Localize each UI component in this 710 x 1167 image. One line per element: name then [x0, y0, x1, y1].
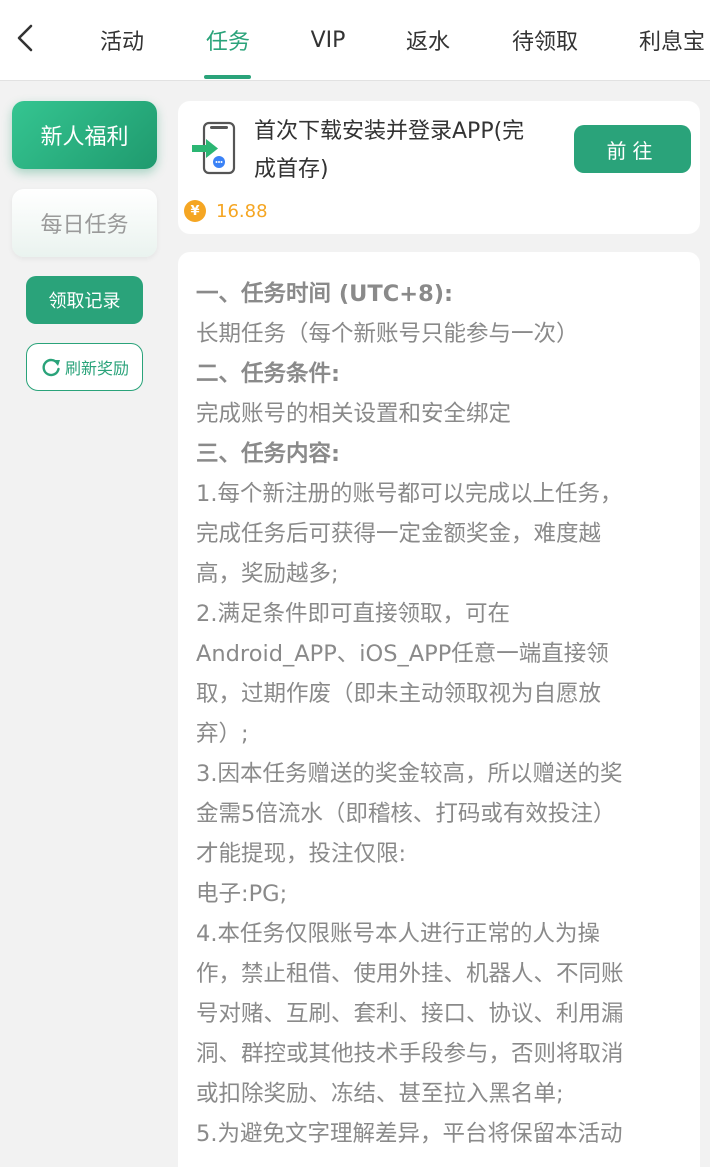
rule-text: 3.因本任务赠送的奖金较高，所以赠送的奖 — [196, 761, 623, 787]
task-card: 首次下载安装并登录APP(完 成首存) 前往 ¥ 16.88 — [178, 101, 700, 234]
rule-text: 2.满足条件即可直接领取，可在 — [196, 601, 510, 627]
category-label: 新人福利 — [40, 125, 129, 150]
tab-activity[interactable]: 活动 — [96, 0, 148, 80]
rule-text: 电子:PG; — [196, 881, 288, 907]
rule-text: 5.为避免文字理解差异，平台将保留本活动 — [196, 1121, 623, 1147]
category-new-user-benefits[interactable]: 新人福利 — [12, 101, 157, 169]
task-title-line: 首次下载安装并登录APP(完 — [254, 119, 525, 144]
refresh-icon — [42, 358, 60, 377]
app-download-icon — [192, 121, 236, 175]
rule-text: 或扣除奖励、冻结、甚至拉入黑名单; — [196, 1081, 564, 1107]
go-button-label: 前往 — [606, 138, 659, 163]
rule-text: 取，过期作废（即未主动领取视为自愿放 — [196, 681, 602, 707]
rule-text: 4.本任务仅限账号本人进行正常的人为操 — [196, 921, 600, 947]
top-nav-bar: 活动 任务 VIP 返水 待领取 利息宝 — [0, 0, 710, 81]
tab-pending[interactable]: 待领取 — [506, 0, 584, 80]
tab-rebate[interactable]: 返水 — [402, 0, 454, 80]
rule-text: 洞、群控或其他技术手段参与，否则将取消 — [196, 1041, 624, 1067]
rule-heading: 一、任务时间 (UTC+8): — [196, 281, 454, 307]
refresh-rewards-button[interactable]: 刷新奖励 — [26, 343, 143, 391]
reward-amount: 16.88 — [216, 200, 268, 222]
active-tab-indicator — [204, 75, 251, 79]
task-title-line: 成首存) — [254, 157, 329, 182]
coin-icon: ¥ — [184, 200, 206, 222]
category-label: 每日任务 — [40, 213, 129, 238]
rule-text: 长期任务（每个新账号只能参与一次） — [196, 321, 579, 347]
chevron-left-icon — [17, 24, 33, 52]
coin-symbol: ¥ — [190, 203, 200, 219]
rule-heading: 三、任务内容: — [196, 441, 340, 467]
claim-records-label: 领取记录 — [48, 291, 121, 312]
tab-vip[interactable]: VIP — [306, 0, 350, 80]
rule-text: 1.每个新注册的账号都可以完成以上任务， — [196, 481, 623, 507]
rule-text: 才能提现，投注仅限: — [196, 841, 407, 867]
task-rules-panel: 一、任务时间 (UTC+8): 长期任务（每个新账号只能参与一次） 二、任务条件… — [178, 252, 700, 1167]
rule-heading: 二、任务条件: — [196, 361, 340, 387]
tab-tasks[interactable]: 任务 — [203, 0, 253, 80]
reward-row: ¥ 16.88 — [184, 199, 268, 223]
rule-text: 金需5倍流水（即稽核、打码或有效投注） — [196, 801, 616, 827]
rule-text: 完成任务后可获得一定金额奖金，难度越 — [196, 521, 602, 547]
rule-text: 完成账号的相关设置和安全绑定 — [196, 401, 512, 427]
claim-records-button[interactable]: 领取记录 — [26, 276, 143, 324]
rule-text: 号对赌、互刷、套利、接口、协议、利用漏 — [196, 1001, 624, 1027]
go-button[interactable]: 前往 — [574, 125, 691, 173]
rule-text: 高，奖励越多; — [196, 561, 339, 587]
category-daily-tasks[interactable]: 每日任务 — [12, 189, 157, 257]
task-title: 首次下载安装并登录APP(完 成首存) — [254, 113, 554, 189]
back-button[interactable] — [10, 20, 40, 56]
tab-interest[interactable]: 利息宝 — [634, 0, 710, 80]
rule-text: 弃）; — [196, 721, 249, 747]
refresh-rewards-label: 刷新奖励 — [64, 359, 129, 378]
rule-text: 作，禁止租借、使用外挂、机器人、不同账 — [196, 961, 624, 987]
rule-text: Android_APP、iOS_APP任意一端直接领 — [196, 641, 609, 667]
